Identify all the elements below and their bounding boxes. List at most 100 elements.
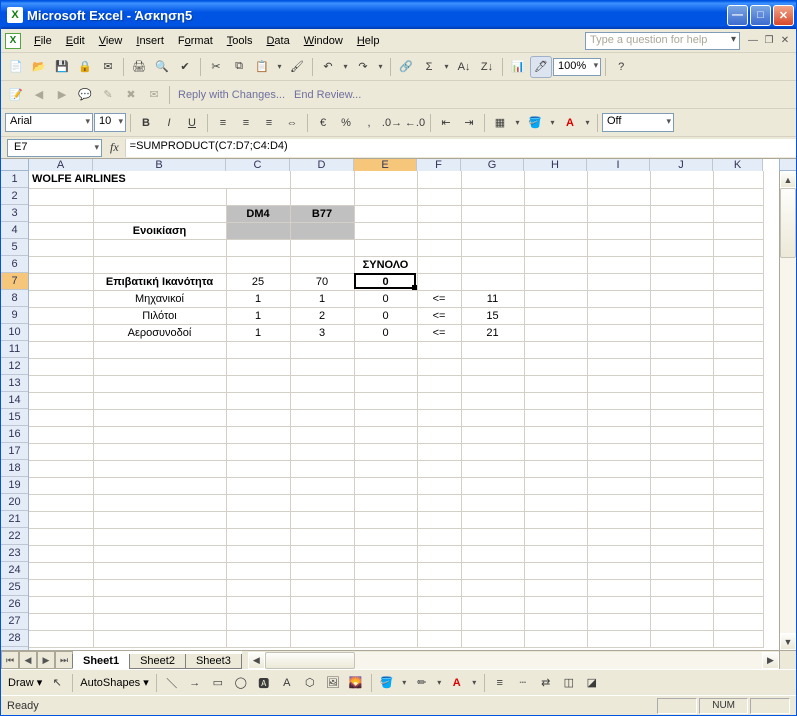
- cell-F8[interactable]: <=: [417, 290, 461, 307]
- scroll-down-button[interactable]: ▼: [780, 633, 796, 650]
- new-button[interactable]: 📄: [5, 56, 27, 78]
- col-header-G[interactable]: G: [461, 159, 524, 171]
- cell-G8[interactable]: 11: [461, 290, 524, 307]
- select-all-corner[interactable]: [1, 159, 29, 171]
- cell-D8[interactable]: 1: [290, 290, 354, 307]
- cell-A1[interactable]: WOLFE AIRLINES: [29, 171, 290, 188]
- row-header-3[interactable]: 3: [1, 205, 28, 222]
- font-color-dropdown[interactable]: ▾: [582, 118, 593, 127]
- row-header-7[interactable]: 7: [1, 273, 28, 290]
- percent-button[interactable]: %: [335, 112, 357, 134]
- fx-icon[interactable]: fx: [104, 140, 125, 155]
- line-color-dropdown[interactable]: ▾: [434, 678, 445, 687]
- col-header-D[interactable]: D: [290, 159, 354, 171]
- cell-C10[interactable]: 1: [226, 324, 290, 341]
- increase-indent-button[interactable]: ⇥: [458, 112, 480, 134]
- cell-D10[interactable]: 3: [290, 324, 354, 341]
- font-size-combo[interactable]: 10: [94, 113, 126, 132]
- undo-button[interactable]: ↶: [317, 56, 339, 78]
- underline-button[interactable]: U: [181, 112, 203, 134]
- cell-C8[interactable]: 1: [226, 290, 290, 307]
- open-button[interactable]: 📂: [28, 56, 50, 78]
- autoshapes-menu[interactable]: AutoShapes ▾: [77, 676, 152, 689]
- row-header-4[interactable]: 4: [1, 222, 28, 239]
- row-header-1[interactable]: 1: [1, 171, 28, 188]
- tab-last-button[interactable]: ⏭: [55, 651, 73, 669]
- menu-window[interactable]: Window: [297, 32, 350, 50]
- cell-B4[interactable]: Ενοικίαση: [93, 222, 226, 239]
- select-objects-button[interactable]: ↖: [46, 672, 68, 694]
- oval-button[interactable]: ◯: [230, 672, 252, 694]
- cell-B8[interactable]: Μηχανικοί: [93, 290, 226, 307]
- redo-button[interactable]: ↷: [352, 56, 374, 78]
- review-delete-button[interactable]: ✖: [120, 84, 142, 106]
- diagram-button[interactable]: ⬡: [299, 672, 321, 694]
- review-send-button[interactable]: ✉: [143, 84, 165, 106]
- row-header-9[interactable]: 9: [1, 307, 28, 324]
- currency-euro-button[interactable]: €: [312, 112, 334, 134]
- italic-button[interactable]: I: [158, 112, 180, 134]
- review-prev-button[interactable]: ◀: [28, 84, 50, 106]
- row-header-17[interactable]: 17: [1, 443, 28, 460]
- menu-insert[interactable]: Insert: [129, 32, 171, 50]
- tab-next-button[interactable]: ▶: [37, 651, 55, 669]
- picture-button[interactable]: 🌄: [345, 672, 367, 694]
- line-button[interactable]: ＼: [161, 672, 183, 694]
- window-minimize-button[interactable]: —: [727, 5, 748, 26]
- cell-G9[interactable]: 15: [461, 307, 524, 324]
- row-header-13[interactable]: 13: [1, 375, 28, 392]
- copy-button[interactable]: ⧉: [228, 56, 250, 78]
- sheet-tab-2[interactable]: Sheet2: [129, 654, 186, 669]
- row-header-11[interactable]: 11: [1, 341, 28, 358]
- redo-dropdown[interactable]: ▾: [375, 62, 386, 71]
- arrow-button[interactable]: →: [184, 672, 206, 694]
- cell-E6[interactable]: ΣΥΝΟΛΟ: [354, 256, 417, 273]
- chart-wizard-button[interactable]: 📊: [507, 56, 529, 78]
- menu-view[interactable]: View: [92, 32, 130, 50]
- col-header-H[interactable]: H: [524, 159, 587, 171]
- vertical-scrollbar[interactable]: ▲ ▼: [779, 171, 796, 650]
- font-color-button[interactable]: A: [559, 112, 581, 134]
- decrease-decimal-button[interactable]: ←.0: [404, 112, 426, 134]
- cell-F9[interactable]: <=: [417, 307, 461, 324]
- col-header-C[interactable]: C: [226, 159, 290, 171]
- paste-button[interactable]: 📋: [251, 56, 273, 78]
- menu-help[interactable]: Help: [350, 32, 387, 50]
- menu-data[interactable]: Data: [259, 32, 296, 50]
- align-left-button[interactable]: ≡: [212, 112, 234, 134]
- autosum-dropdown[interactable]: ▾: [441, 62, 452, 71]
- doc-minimize-button[interactable]: —: [746, 34, 760, 48]
- row-header-16[interactable]: 16: [1, 426, 28, 443]
- line-style-button[interactable]: ≡: [489, 672, 511, 694]
- fill-color-draw-button[interactable]: 🪣: [376, 672, 398, 694]
- security-combo[interactable]: Off: [602, 113, 674, 132]
- col-header-A[interactable]: A: [29, 159, 93, 171]
- sheet-tab-1[interactable]: Sheet1: [72, 654, 130, 669]
- row-header-5[interactable]: 5: [1, 239, 28, 256]
- review-ink-button[interactable]: ✎: [97, 84, 119, 106]
- print-button[interactable]: 🖨: [128, 56, 150, 78]
- tab-first-button[interactable]: ⏮: [1, 651, 19, 669]
- menu-edit[interactable]: Edit: [59, 32, 92, 50]
- row-header-6[interactable]: 6: [1, 256, 28, 273]
- scroll-right-button[interactable]: ▶: [762, 652, 779, 669]
- formula-input[interactable]: =SUMPRODUCT(C7:D7;C4:D4): [125, 139, 796, 157]
- format-painter-button[interactable]: 🖌: [286, 56, 308, 78]
- col-header-J[interactable]: J: [650, 159, 713, 171]
- zoom-combo[interactable]: 100%: [553, 58, 601, 76]
- cell-C3[interactable]: DM4: [226, 205, 290, 222]
- cell-E7[interactable]: 0: [354, 273, 417, 290]
- row-header-10[interactable]: 10: [1, 324, 28, 341]
- decrease-indent-button[interactable]: ⇤: [435, 112, 457, 134]
- textbox-button[interactable]: 🅰: [253, 672, 275, 694]
- font-combo[interactable]: Arial: [5, 113, 93, 132]
- fill-color-draw-dropdown[interactable]: ▾: [399, 678, 410, 687]
- col-header-F[interactable]: F: [417, 159, 461, 171]
- undo-dropdown[interactable]: ▾: [340, 62, 351, 71]
- cell-D9[interactable]: 2: [290, 307, 354, 324]
- cell-D4[interactable]: [290, 222, 354, 239]
- help-button[interactable]: ?: [610, 56, 632, 78]
- comma-button[interactable]: ,: [358, 112, 380, 134]
- end-review-button[interactable]: End Review...: [290, 89, 365, 101]
- cell-E9[interactable]: 0: [354, 307, 417, 324]
